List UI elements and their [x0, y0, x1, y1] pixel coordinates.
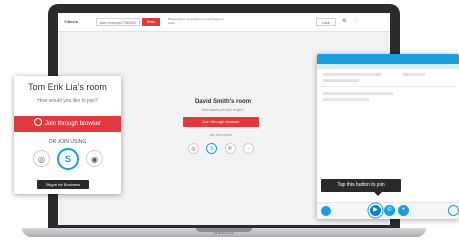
chat-placeholder-line [323, 92, 393, 95]
video-system-icon[interactable]: ◎ [33, 150, 50, 167]
or-join-using-label: OR JOIN USING [209, 133, 233, 137]
room-address-input[interactable]: video.example/7088480 [96, 18, 140, 26]
call-icon[interactable]: ✆ [384, 205, 395, 216]
chat-end-icon[interactable] [448, 205, 459, 216]
skype-icon[interactable]: S [206, 143, 218, 154]
presence-icon [321, 206, 331, 216]
popup-room-title: Tom Erik Lia's room [28, 82, 107, 92]
video-system-icon[interactable]: ◎ [188, 143, 199, 154]
popup-join-label: Join through browser [44, 121, 102, 127]
chat-placeholder-line [323, 98, 369, 101]
chat-placeholder-line [403, 73, 425, 76]
chat-placeholder-line [323, 73, 381, 76]
skype-icon[interactable]: S [57, 148, 79, 170]
topbar-note: Please link to meet with us in a browser… [168, 17, 225, 25]
popup-join-options: ◎ S ◉ [33, 148, 103, 170]
popup-subtitle: How would you like to join? [37, 98, 98, 104]
menu-icon[interactable]: ⋮ [354, 18, 359, 24]
join-options: ◎ S ✆ ⋯ [188, 143, 254, 155]
settings-icon[interactable]: ⚙ [342, 18, 346, 24]
more-icon[interactable]: ⋯ [242, 143, 254, 154]
laptop-label: MacBook [213, 230, 235, 235]
join-through-browser-button[interactable]: Join through browser [183, 117, 259, 127]
skype-tooltip: Skype for Business [37, 180, 89, 189]
skype-chat-window: ▶ ✆ + [317, 54, 459, 219]
more-options-icon[interactable]: + [398, 205, 409, 216]
chat-header [317, 54, 459, 64]
room-title: David Smith's room [194, 99, 252, 105]
app-topbar: Videxio video.example/7088480 Enter Plea… [58, 13, 390, 32]
join-popup-card: Tom Erik Lia's room How would you like t… [14, 76, 121, 194]
room-subtitle: How would you like to join? [201, 108, 245, 112]
phone-icon[interactable]: ✆ [224, 143, 236, 154]
video-call-icon[interactable]: ▶ [370, 205, 381, 216]
chat-divider [321, 86, 455, 87]
chat-placeholder-line [323, 79, 359, 82]
join-tooltip: Tap this button to join [321, 179, 401, 196]
browser-icon [33, 118, 42, 126]
eye-icon[interactable]: ◉ [86, 150, 103, 167]
popup-or-label: OR JOIN USING [48, 139, 87, 145]
enter-button[interactable]: Enter [142, 18, 160, 26]
brand-logo: Videxio [64, 19, 79, 24]
chat-subheader [317, 64, 459, 69]
popup-join-browser-button[interactable]: Join through browser [14, 116, 121, 132]
lock-button[interactable]: Lock [316, 18, 336, 26]
